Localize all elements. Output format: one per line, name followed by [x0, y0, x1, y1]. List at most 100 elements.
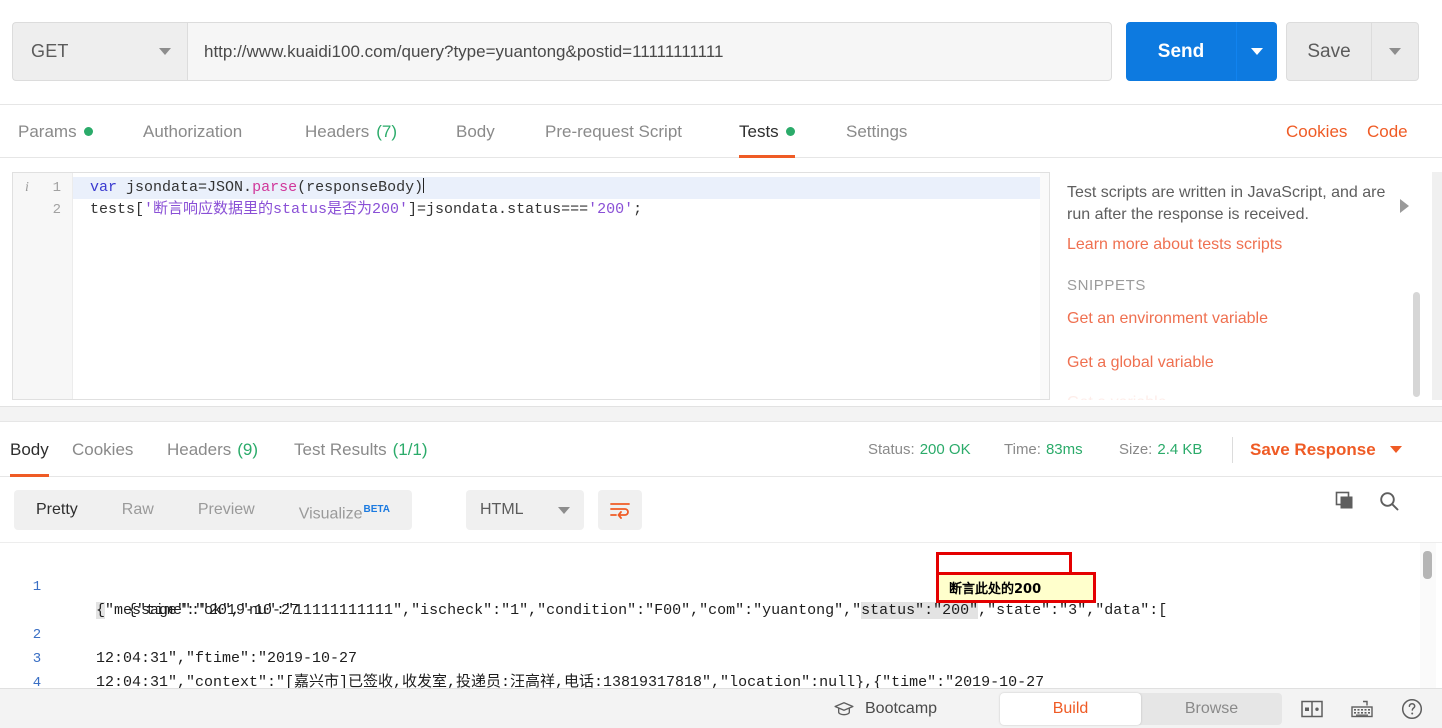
code-token-expr: ]=jsondata.status===: [408, 201, 589, 218]
snippet-get-variable[interactable]: Get a variable: [1067, 394, 1167, 400]
code-token-object: JSON: [207, 179, 244, 196]
word-wrap-button[interactable]: [598, 490, 642, 530]
tab-authorization-label: Authorization: [143, 121, 243, 141]
editor-scrollbar[interactable]: [1040, 173, 1049, 399]
layout-toggle-button[interactable]: [1300, 699, 1324, 719]
json-line-2: 2 12:04:31","ftime":"2019-10-27: [0, 599, 1442, 667]
size-meta: Size: 2.4 KB: [1119, 422, 1202, 477]
info-icon: i: [25, 180, 29, 195]
body-view-raw[interactable]: Raw: [100, 490, 176, 530]
word-wrap-icon: [610, 503, 630, 519]
tab-body[interactable]: Body: [456, 105, 495, 158]
browse-mode-button[interactable]: Browse: [1141, 693, 1282, 725]
beta-badge: BETA: [363, 504, 390, 515]
body-view-visualize[interactable]: VisualizeBETA: [277, 490, 412, 530]
chevron-down-icon: [1251, 48, 1263, 55]
json-line-1: 1 {"message":"ok","nu":"11111111111","is…: [0, 551, 1442, 619]
response-tab-cookies[interactable]: Cookies: [72, 422, 133, 477]
snippets-description: Test scripts are written in JavaScript, …: [1067, 184, 1386, 223]
tab-tests[interactable]: Tests: [739, 105, 795, 158]
json-line-3: 3 12:04:31","context":"[嘉兴市]已签收,收发室,投递员:…: [0, 623, 1442, 688]
response-tab-test-results-count: (1/1): [392, 439, 428, 459]
tab-settings[interactable]: Settings: [846, 105, 907, 158]
tab-pre-request-script[interactable]: Pre-request Script: [545, 105, 682, 158]
bottom-status-bar: Bootcamp Build Browse: [0, 688, 1442, 728]
body-view-pretty[interactable]: Pretty: [14, 490, 100, 530]
body-format-label: HTML: [480, 501, 524, 518]
snippets-heading: SNIPPETS: [1067, 277, 1146, 294]
send-button-group: Send: [1126, 22, 1277, 81]
code-token-semicolon: ;: [633, 201, 643, 218]
cookies-link-label: Cookies: [1286, 121, 1348, 141]
chevron-down-icon: [1389, 446, 1402, 453]
snippets-scrollbar[interactable]: [1413, 292, 1420, 397]
code-link[interactable]: Code: [1367, 105, 1408, 158]
chevron-down-icon: [159, 48, 171, 55]
search-icon: [1380, 492, 1399, 511]
code-line-1[interactable]: var jsondata=JSON.parse(responseBody): [73, 177, 1049, 199]
response-tab-test-results-label: Test Results: [294, 439, 387, 459]
copy-button[interactable]: [1334, 490, 1356, 512]
help-button[interactable]: [1400, 697, 1424, 721]
code-line-2[interactable]: tests['断言响应数据里的status是否为200']=jsondata.s…: [73, 199, 1049, 221]
meta-divider: [1232, 437, 1233, 463]
response-body-toolbar: Pretty Raw Preview VisualizeBETA HTML: [0, 477, 1442, 543]
body-view-preview[interactable]: Preview: [176, 490, 277, 530]
response-tab-test-results[interactable]: Test Results (1/1): [294, 422, 428, 477]
code-token-ident: tests[: [90, 201, 145, 218]
tab-headers[interactable]: Headers (7): [305, 105, 397, 158]
tab-params[interactable]: Params: [18, 105, 93, 158]
cookies-link[interactable]: Cookies: [1286, 105, 1347, 158]
status-label: Status:: [868, 441, 915, 458]
status-dot-icon: [785, 127, 795, 136]
keyboard-shortcuts-button[interactable]: [1350, 699, 1374, 719]
learn-more-link[interactable]: Learn more about tests scripts: [1067, 236, 1282, 254]
search-button[interactable]: [1378, 490, 1400, 512]
response-tab-body[interactable]: Body: [10, 422, 49, 477]
tab-tests-label: Tests: [739, 121, 779, 141]
graduation-cap-icon: [834, 702, 854, 716]
editor-code-area[interactable]: var jsondata=JSON.parse(responseBody) te…: [73, 173, 1049, 221]
help-icon: [1401, 698, 1423, 720]
status-value: 200 OK: [919, 441, 971, 458]
size-label: Size:: [1119, 441, 1153, 458]
build-mode-button[interactable]: Build: [1000, 693, 1141, 725]
response-tab-headers[interactable]: Headers (9): [167, 422, 258, 477]
json-line-4: 4 11:02:02","ftime":"2019-10-27: [0, 647, 1442, 688]
chevron-right-icon[interactable]: [1400, 199, 1409, 213]
time-value: 83ms: [1045, 441, 1083, 458]
response-body-content[interactable]: 1 {"message":"ok","nu":"11111111111","is…: [0, 543, 1442, 688]
url-row: GET: [12, 22, 1112, 81]
send-options-button[interactable]: [1237, 22, 1277, 81]
http-method-selector[interactable]: GET: [12, 22, 187, 81]
bottom-bar-icons: [1300, 689, 1424, 728]
tab-headers-label: Headers: [305, 121, 370, 141]
response-tabs-bar: Body Cookies Headers (9) Test Results (1…: [0, 422, 1442, 477]
tests-script-editor[interactable]: i 1 2 var jsondata=JSON.parse(responseBo…: [12, 172, 1050, 400]
chevron-down-icon: [558, 506, 570, 514]
body-format-selector[interactable]: HTML: [466, 490, 584, 530]
snippet-get-global-variable[interactable]: Get a global variable: [1067, 354, 1214, 372]
json-scrollbar[interactable]: [1423, 551, 1432, 579]
snippet-get-environment-variable[interactable]: Get an environment variable: [1067, 310, 1268, 328]
response-tab-cookies-label: Cookies: [72, 439, 134, 459]
chevron-down-icon: [1389, 48, 1401, 55]
time-label: Time:: [1004, 441, 1041, 458]
url-input[interactable]: [187, 22, 1112, 81]
tab-params-label: Params: [18, 121, 77, 141]
editor-gutter: i 1 2: [13, 173, 73, 399]
save-button[interactable]: Save: [1286, 22, 1371, 81]
tab-authorization[interactable]: Authorization: [143, 105, 242, 158]
pane-divider[interactable]: [0, 406, 1442, 422]
save-button-group: Save: [1286, 22, 1419, 81]
annotation-tooltip: 断言此处的200: [936, 572, 1096, 603]
snippets-panel: Test scripts are written in JavaScript, …: [1060, 172, 1442, 400]
code-token-function: parse: [252, 179, 298, 196]
bootcamp-button[interactable]: Bootcamp: [833, 689, 937, 728]
gutter-line-2: 2: [13, 199, 72, 221]
body-view-visualize-label: Visualize: [298, 505, 363, 523]
code-token-string: '断言响应数据里的status是否为200': [144, 201, 409, 218]
send-button[interactable]: Send: [1126, 22, 1237, 81]
save-response-button[interactable]: Save Response: [1250, 422, 1402, 477]
save-options-button[interactable]: [1371, 22, 1419, 81]
